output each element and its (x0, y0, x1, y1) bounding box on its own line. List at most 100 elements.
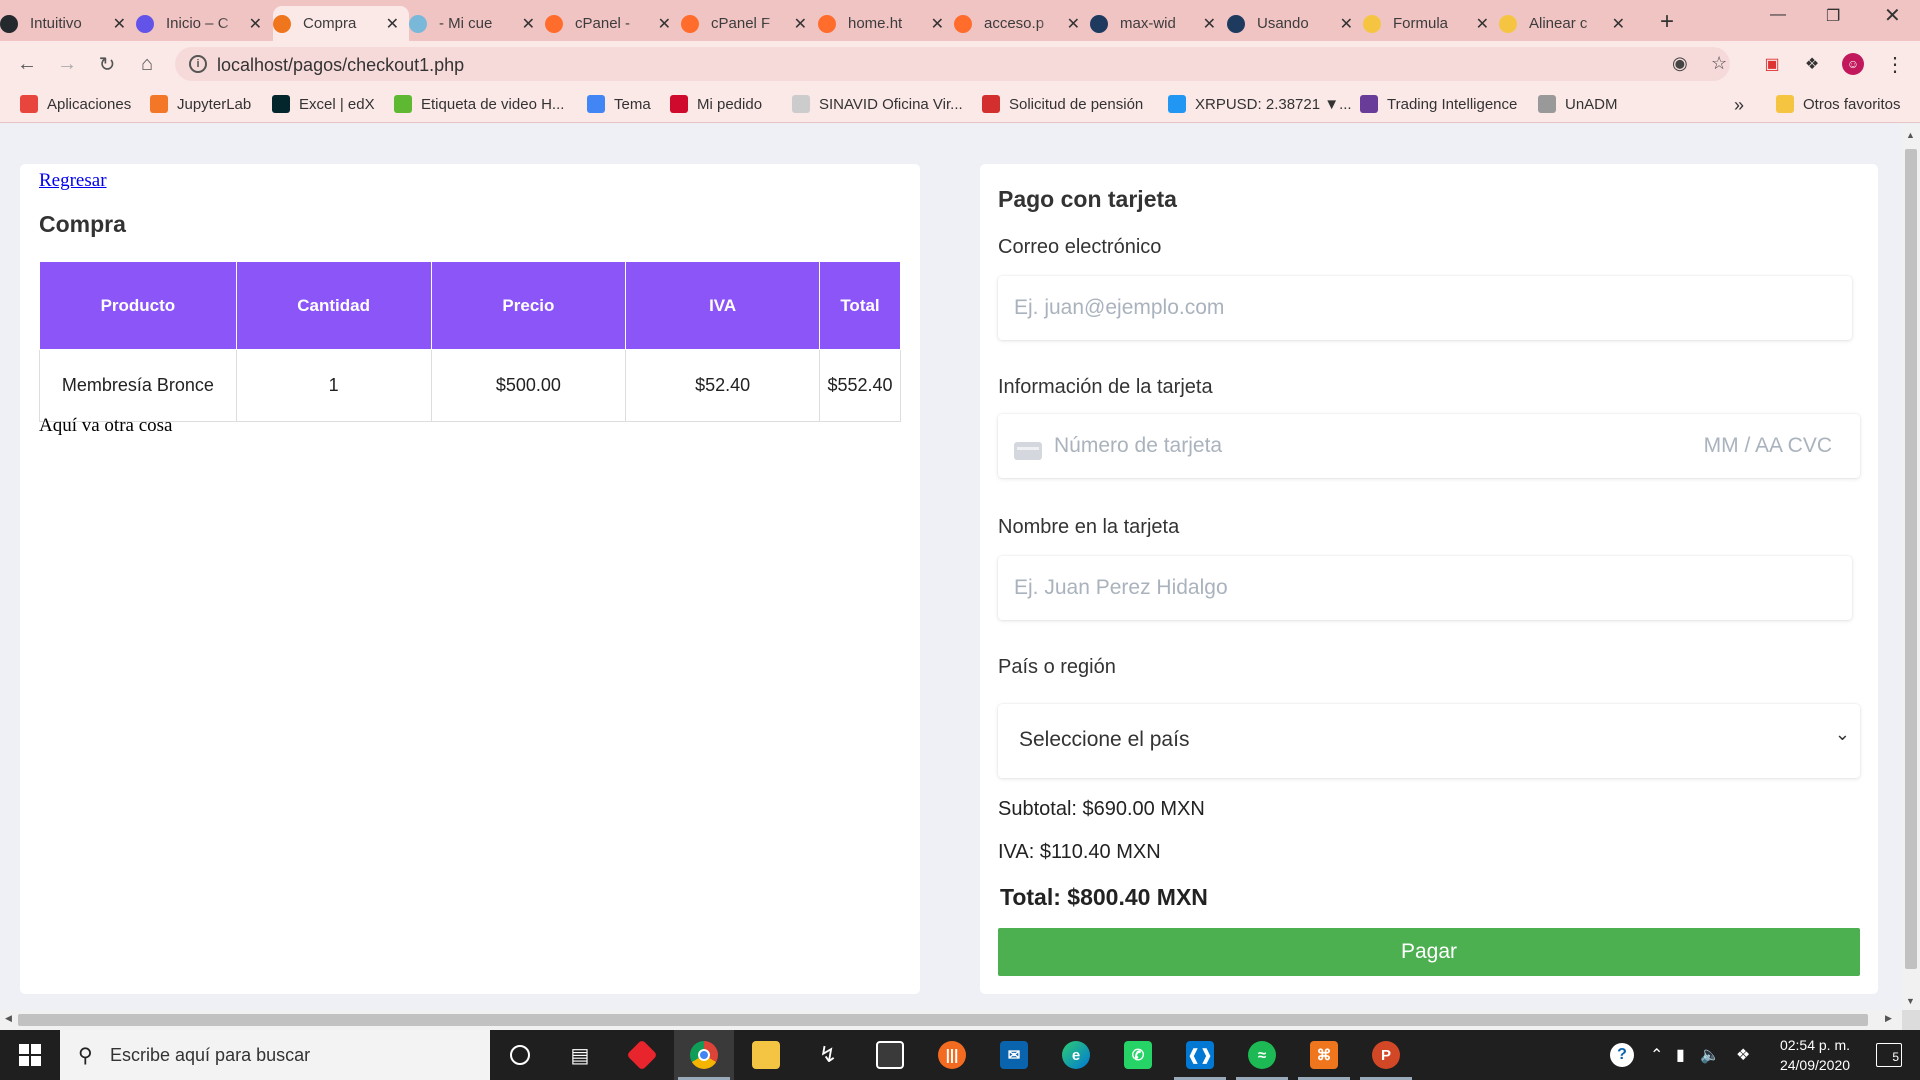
scroll-right-arrow-icon[interactable]: ▶ (1885, 1013, 1892, 1024)
browser-tab[interactable]: Intuitivo ✕ (0, 6, 136, 41)
address-bar[interactable]: i localhost/pagos/checkout1.php ◉ ☆ (175, 47, 1730, 81)
taskbar-app-charts[interactable]: ||| (922, 1030, 982, 1080)
reload-icon[interactable]: ↻ (92, 49, 122, 79)
battery-icon[interactable]: ▮ (1676, 1030, 1685, 1080)
browser-menu-icon[interactable]: ⋮ (1884, 53, 1906, 76)
pay-button[interactable]: Pagar (998, 928, 1860, 976)
tab-label: Alinear c (1529, 15, 1588, 32)
tab-close-icon[interactable]: ✕ (1476, 14, 1489, 34)
pocket-extension-icon[interactable]: ▣ (1761, 53, 1783, 75)
close-window-button[interactable]: ✕ (1884, 3, 1901, 28)
tab-close-icon[interactable]: ✕ (794, 14, 807, 34)
home-icon[interactable]: ⌂ (132, 49, 162, 79)
bookmark-item[interactable]: Trading Intelligence (1360, 95, 1517, 113)
horizontal-scrollbar[interactable]: ◀ ▶ (0, 1010, 1902, 1030)
tab-close-icon[interactable]: ✕ (1203, 14, 1216, 34)
taskbar-app-vscode[interactable]: ❰❱ (1170, 1030, 1230, 1080)
browser-tab[interactable]: acceso.p ✕ (954, 6, 1090, 41)
back-link[interactable]: Regresar (39, 170, 107, 192)
forward-arrow-icon[interactable]: → (52, 49, 82, 79)
minimize-button[interactable]: — (1770, 6, 1786, 24)
vertical-scrollbar[interactable]: ▲ ▼ (1902, 124, 1920, 1010)
maximize-button[interactable]: ❐ (1826, 6, 1840, 26)
browser-tab[interactable]: cPanel - ✕ (545, 6, 681, 41)
taskbar-app-diamond[interactable] (612, 1030, 672, 1080)
card-number-field[interactable] (1054, 414, 1614, 478)
taskbar-app-mail[interactable]: ✉ (984, 1030, 1044, 1080)
help-tray-icon[interactable]: ? (1610, 1030, 1634, 1080)
system-clock[interactable]: 02:54 p. m. 24/09/2020 (1760, 1035, 1870, 1075)
scroll-up-arrow-icon[interactable]: ▲ (1906, 130, 1915, 140)
browser-tab[interactable]: Compra ✕ (273, 6, 409, 41)
extensions-puzzle-icon[interactable]: ❖ (1801, 53, 1823, 75)
windows-start-button[interactable] (0, 1030, 60, 1080)
volume-icon[interactable]: 🔈 (1700, 1030, 1720, 1080)
bookmark-item[interactable]: Tema (587, 95, 651, 113)
browser-tab[interactable]: Inicio – C ✕ (136, 6, 272, 41)
taskbar-app-chrome[interactable] (674, 1030, 734, 1080)
bookmark-item[interactable]: UnADM (1538, 95, 1618, 113)
tab-close-icon[interactable]: ✕ (1340, 14, 1353, 34)
tab-close-icon[interactable]: ✕ (1612, 14, 1625, 34)
taskbar-app-explorer[interactable] (736, 1030, 796, 1080)
bookmark-label: XRPUSD: 2.38721 ▼... (1195, 95, 1352, 113)
tab-label: Compra (303, 15, 357, 32)
task-view-button[interactable]: ▤ (550, 1030, 610, 1080)
browser-tab[interactable]: - Mi cue ✕ (409, 6, 545, 41)
scroll-left-arrow-icon[interactable]: ◀ (5, 1013, 12, 1024)
powerpoint-icon: P (1372, 1041, 1400, 1069)
browser-tab[interactable]: Formula ✕ (1363, 6, 1499, 41)
browser-tab[interactable]: cPanel F ✕ (681, 6, 817, 41)
taskbar-app-whatsapp[interactable]: ✆ (1108, 1030, 1168, 1080)
taskbar-app-bolt[interactable]: ↯ (798, 1030, 858, 1080)
cell-precio: $500.00 (430, 349, 627, 422)
horizontal-scroll-thumb[interactable] (18, 1014, 1868, 1026)
bookmark-item[interactable]: Aplicaciones (20, 95, 131, 113)
cardholder-name-field[interactable] (1014, 556, 1834, 620)
cortana-button[interactable] (490, 1030, 550, 1080)
more-bookmarks-chevron-icon[interactable]: » (1734, 95, 1744, 116)
country-select[interactable]: Seleccione el país ⌄ (998, 704, 1860, 778)
scroll-down-arrow-icon[interactable]: ▼ (1906, 996, 1915, 1006)
dropbox-icon[interactable]: ❖ (1736, 1030, 1750, 1080)
bookmark-item[interactable]: Excel | edX (272, 95, 375, 113)
browser-tab[interactable]: max-wid ✕ (1090, 6, 1226, 41)
taskbar-app-edge[interactable]: e (1046, 1030, 1106, 1080)
eye-off-icon[interactable]: ◉ (1672, 53, 1688, 74)
tab-close-icon[interactable]: ✕ (1067, 14, 1080, 34)
bookmark-item[interactable]: SINAVID Oficina Vir... (792, 95, 963, 113)
other-bookmarks-folder[interactable]: Otros favoritos (1776, 95, 1901, 113)
url-text[interactable]: localhost/pagos/checkout1.php (217, 55, 464, 76)
bookmark-star-icon[interactable]: ☆ (1711, 53, 1727, 74)
tab-close-icon[interactable]: ✕ (113, 14, 126, 34)
taskbar-app-store[interactable] (860, 1030, 920, 1080)
new-tab-button[interactable]: + (1660, 8, 1674, 36)
browser-tab[interactable]: Alinear c ✕ (1499, 6, 1635, 41)
bookmark-item[interactable]: Solicitud de pensión (982, 95, 1143, 113)
taskbar-app-xampp[interactable]: ⌘ (1294, 1030, 1354, 1080)
show-hidden-icons-chevron-icon[interactable]: ⌃ (1650, 1030, 1663, 1080)
vertical-scroll-thumb[interactable] (1905, 149, 1917, 969)
tab-label: Usando (1257, 15, 1309, 32)
profile-avatar[interactable]: ☺ (1842, 53, 1864, 75)
tab-close-icon[interactable]: ✕ (522, 14, 535, 34)
site-info-icon[interactable]: i (189, 55, 207, 73)
bookmark-item[interactable]: XRPUSD: 2.38721 ▼... (1168, 95, 1352, 113)
card-expiry-cvc-placeholder[interactable]: MM / AA CVC (1704, 414, 1832, 478)
bookmark-item[interactable]: JupyterLab (150, 95, 251, 113)
taskbar-app-spotify[interactable]: ≈ (1232, 1030, 1292, 1080)
email-field[interactable] (1014, 276, 1834, 340)
taskbar-app-powerpoint[interactable]: P (1356, 1030, 1416, 1080)
taskbar-search-box[interactable]: ⚲ Escribe aquí para buscar (60, 1030, 490, 1080)
notifications-button[interactable]: 5 (1876, 1043, 1902, 1067)
browser-tab[interactable]: home.ht ✕ (818, 6, 954, 41)
tab-close-icon[interactable]: ✕ (658, 14, 671, 34)
back-arrow-icon[interactable]: ← (12, 49, 42, 79)
edx-icon (272, 95, 290, 113)
tab-close-icon[interactable]: ✕ (386, 14, 399, 34)
browser-tab[interactable]: Usando ✕ (1227, 6, 1363, 41)
tab-close-icon[interactable]: ✕ (931, 14, 944, 34)
tab-close-icon[interactable]: ✕ (249, 14, 262, 34)
bookmark-item[interactable]: Etiqueta de video H... (394, 95, 564, 113)
bookmark-item[interactable]: Mi pedido (670, 95, 762, 113)
